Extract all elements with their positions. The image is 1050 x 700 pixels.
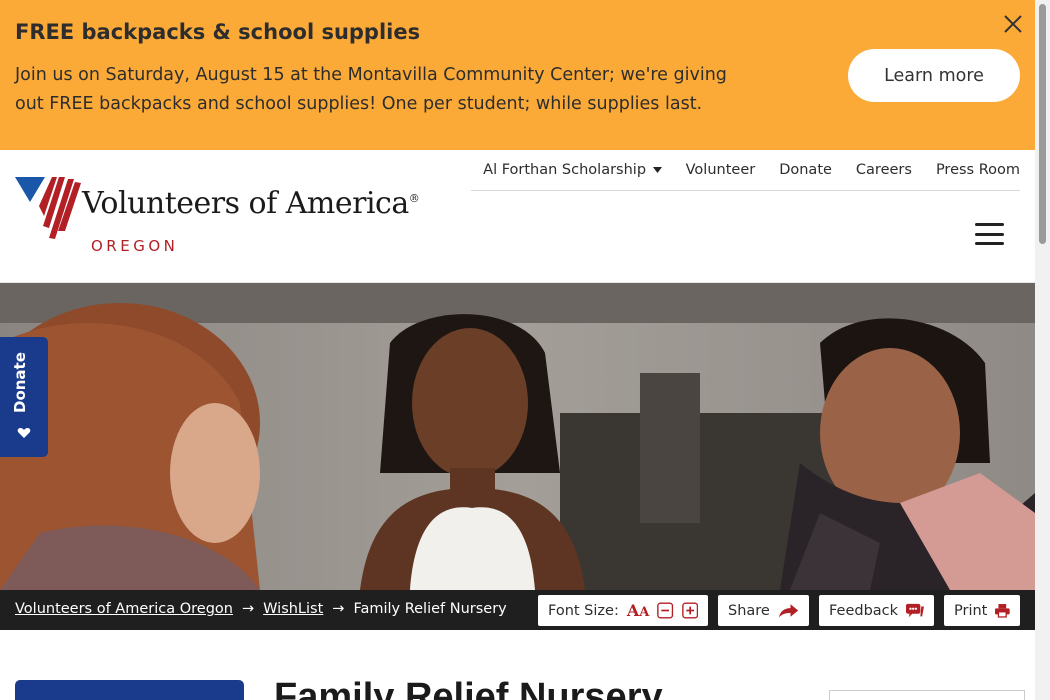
feedback-button[interactable]: Feedback (819, 595, 934, 626)
nav-item-volunteer[interactable]: Volunteer (686, 162, 756, 178)
decrease-font-icon[interactable] (657, 601, 674, 620)
alert-text: Join us on Saturday, August 15 at the Mo… (15, 65, 727, 114)
scrollbar[interactable] (1035, 0, 1050, 700)
logo-subtitle: OREGON (91, 237, 179, 255)
close-icon[interactable] (1002, 13, 1024, 35)
arrow-right-icon: → (241, 601, 255, 617)
nav-item-donate[interactable]: Donate (779, 162, 832, 178)
share-label: Share (728, 602, 770, 619)
scrollbar-thumb[interactable] (1039, 4, 1046, 244)
hero-image (0, 283, 1035, 590)
hero-photo (0, 283, 1035, 590)
alert-title: FREE backpacks & school supplies (15, 20, 421, 44)
hamburger-icon[interactable] (975, 223, 1004, 245)
sidebar-panel (15, 680, 244, 700)
caret-down-icon (652, 167, 662, 173)
donate-side-tab[interactable]: Donate (0, 337, 48, 457)
share-button[interactable]: Share (718, 595, 809, 626)
nav-item-press-room[interactable]: Press Room (936, 162, 1020, 178)
right-panel (829, 690, 1025, 700)
donate-tab-label: Donate (11, 352, 29, 413)
printer-icon (995, 604, 1010, 618)
logo-text: Volunteers of America® (82, 186, 420, 221)
page-title: Family Relief Nursery (274, 676, 663, 700)
site-logo[interactable]: Volunteers of America® OREGON (15, 176, 435, 258)
heart-icon (17, 428, 31, 438)
nav-item-careers[interactable]: Careers (856, 162, 912, 178)
print-label: Print (954, 602, 988, 619)
site-header: Volunteers of America® OREGON Al Forthan… (0, 150, 1035, 283)
feedback-label: Feedback (829, 602, 899, 619)
share-icon (778, 603, 799, 618)
print-button[interactable]: Print (944, 595, 1020, 626)
breadcrumb-link-home[interactable]: Volunteers of America Oregon (15, 601, 233, 617)
increase-font-icon[interactable] (681, 601, 698, 620)
breadcrumb: Volunteers of America Oregon → WishList … (15, 601, 507, 617)
alert-banner: FREE backpacks & school supplies Join us… (0, 0, 1035, 150)
utility-nav: Al Forthan Scholarship Volunteer Donate … (471, 150, 1020, 191)
breadcrumb-current: Family Relief Nursery (353, 601, 507, 617)
font-size-icon: AA (626, 601, 650, 620)
breadcrumb-bar: Volunteers of America Oregon → WishList … (0, 590, 1035, 630)
arrow-right-icon: → (332, 601, 345, 617)
font-size-label: Font Size: (548, 602, 619, 619)
font-size-control: Font Size: AA (538, 595, 708, 626)
feedback-icon (906, 603, 924, 617)
nav-item-scholarship[interactable]: Al Forthan Scholarship (483, 162, 662, 178)
learn-more-button[interactable]: Learn more (848, 49, 1020, 102)
breadcrumb-link-wishlist[interactable]: WishList (263, 601, 323, 617)
logo-mark-icon (15, 177, 81, 239)
